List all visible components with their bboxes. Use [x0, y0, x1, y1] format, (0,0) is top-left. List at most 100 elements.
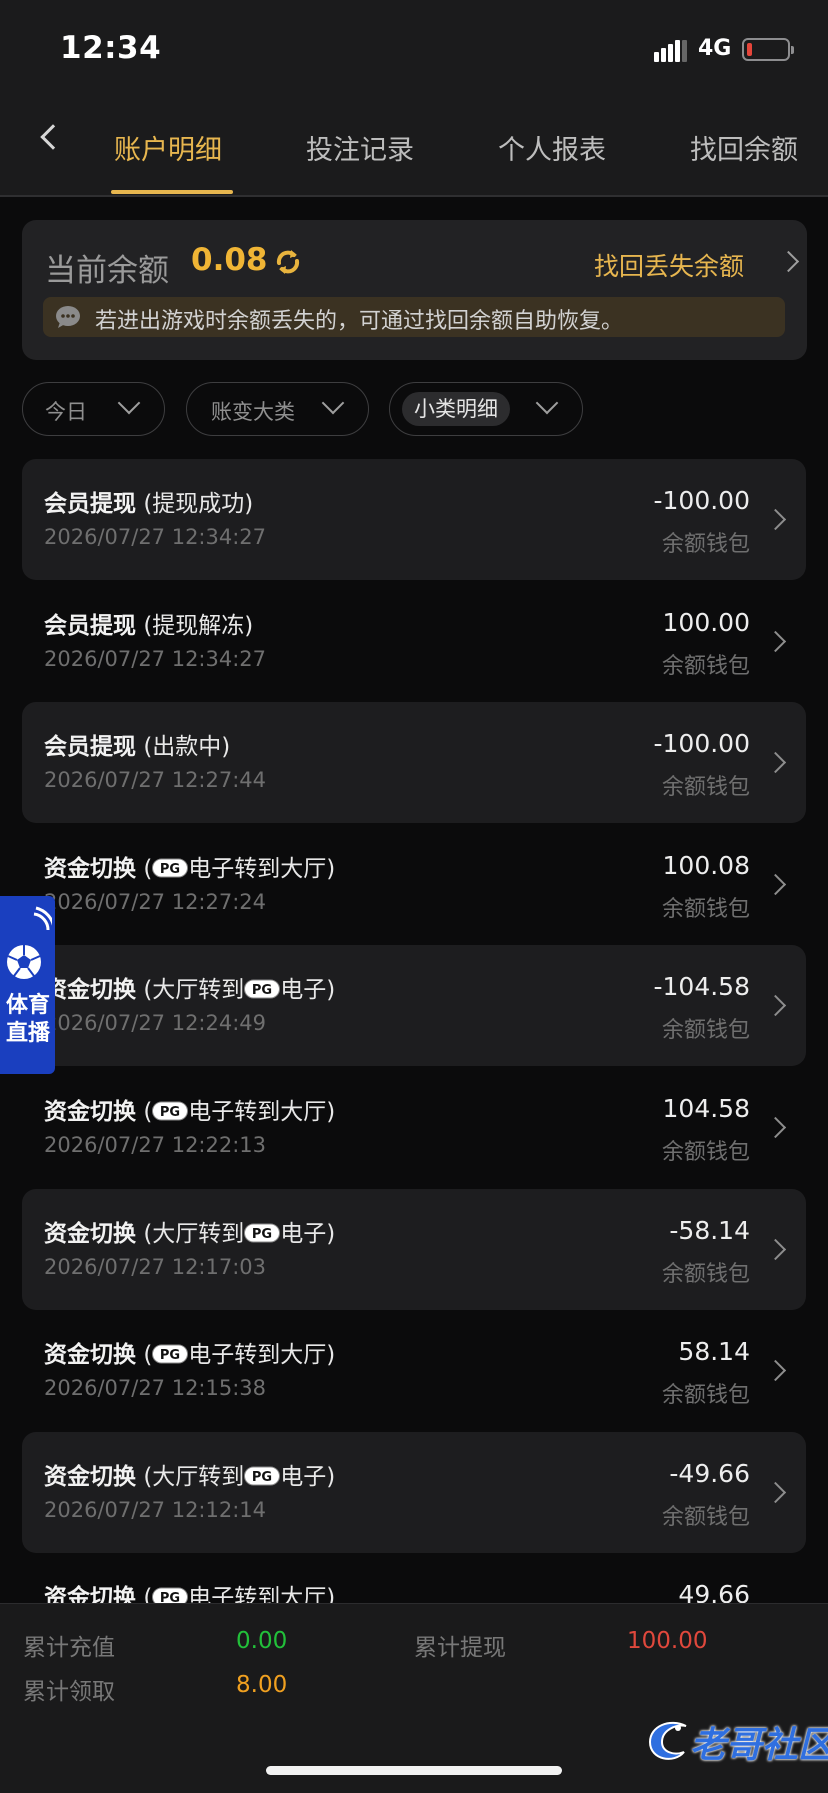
tab-bet-records[interactable]: 投注记录 — [306, 128, 414, 167]
transaction-title: 会员提现 (提现成功) — [44, 484, 253, 518]
sports-live-line2: 直播 — [5, 1021, 50, 1046]
transaction-type: 资金切换 — [44, 856, 136, 882]
chevron-right-icon[interactable] — [764, 1116, 787, 1139]
filter-date-label: 今日 — [45, 400, 87, 424]
balance-value: 0.08 — [191, 242, 268, 278]
transaction-title: 资金切换 (PG 电子转到大厅) — [44, 1335, 335, 1369]
transaction-type: 资金切换 — [44, 1221, 136, 1247]
transaction-row[interactable]: 会员提现 (提现成功) 2026/07/27 12:34:27 -100.00 余额钱… — [22, 459, 806, 580]
transaction-date: 2026/07/27 12:17:03 — [44, 1255, 267, 1279]
transaction-amount: -58.14 — [669, 1216, 750, 1245]
transaction-wallet: 余额钱包 — [661, 1505, 750, 1530]
transaction-date: 2026/07/27 12:24:49 — [44, 1011, 267, 1035]
notice-text: 若进出游戏时余额丢失的，可通过找回余额自助恢复。 — [95, 309, 624, 334]
chevron-right-icon[interactable] — [777, 250, 800, 273]
transaction-title: 资金切换 (PG 电子转到大厅) — [44, 849, 335, 883]
transaction-title: 资金切换 (大厅转到 PG 电子) — [44, 970, 335, 1004]
watermark-text: 老哥社区 — [690, 1725, 828, 1766]
transaction-row[interactable]: 资金切换 (PG 电子转到大厅) 2026/07/27 12:22:13 104.58… — [22, 1067, 806, 1188]
transaction-wallet: 余额钱包 — [661, 1262, 750, 1287]
transaction-date: 2026/07/27 12:27:24 — [44, 890, 267, 914]
filter-subcategory[interactable]: 小类明细 — [389, 382, 583, 436]
transaction-type: 资金切换 — [44, 1464, 136, 1490]
transaction-date: 2026/07/27 12:34:27 — [44, 525, 267, 549]
signal-icon — [654, 40, 688, 62]
transaction-row[interactable]: 会员提现 (出款中) 2026/07/27 12:27:44 -100.00 余额钱包 — [22, 702, 806, 823]
pg-logo-icon: PG — [152, 1344, 189, 1364]
chevron-right-icon[interactable] — [764, 751, 787, 774]
sports-live-line1: 体育 — [5, 993, 50, 1018]
transaction-type: 会员提现 — [44, 734, 136, 760]
transaction-detail-pre: ( — [143, 1099, 153, 1125]
total-claim-value: 8.00 — [236, 1672, 288, 1698]
soccer-ball-icon — [7, 906, 52, 979]
transaction-detail-post: 电子) — [280, 977, 336, 1003]
sports-live-widget[interactable]: 体育 直播 — [0, 896, 55, 1074]
chevron-right-icon[interactable] — [764, 873, 787, 896]
transaction-row[interactable]: 资金切换 (大厅转到 PG 电子) 2026/07/27 12:12:14 -49.66… — [22, 1432, 806, 1553]
pg-logo-icon: PG — [152, 1101, 189, 1121]
home-indicator[interactable] — [266, 1766, 562, 1775]
tab-bar: 账户明细 投注记录 个人报表 找回余额 — [0, 118, 828, 198]
transaction-detail-pre: ( — [143, 1342, 153, 1368]
filter-subcategory-pill: 小类明细 — [402, 392, 510, 426]
chevron-right-icon[interactable] — [764, 630, 787, 653]
transaction-wallet: 余额钱包 — [661, 1383, 750, 1408]
header-divider — [0, 195, 828, 197]
pg-logo-icon: PG — [152, 858, 189, 878]
transaction-detail-pre: (大厅转到 — [143, 977, 245, 1003]
transaction-date: 2026/07/27 12:15:38 — [44, 1376, 267, 1400]
transaction-row[interactable]: 资金切换 (大厅转到 PG 电子) 2026/07/27 12:17:03 -58.14… — [22, 1189, 806, 1310]
status-time: 12:34 — [60, 30, 162, 66]
pg-logo-icon: PG — [244, 1466, 281, 1486]
transaction-title: 资金切换 (大厅转到 PG 电子) — [44, 1214, 335, 1248]
transaction-type: 资金切换 — [44, 1342, 136, 1368]
transaction-wallet: 余额钱包 — [661, 1140, 750, 1165]
filter-subcategory-label: 小类明细 — [414, 397, 498, 421]
filter-date[interactable]: 今日 — [22, 382, 165, 436]
transaction-detail-pre: (提现解冻) — [143, 613, 254, 639]
transaction-detail-pre: ( — [143, 856, 153, 882]
watermark-logo: 老哥社区 — [640, 1712, 828, 1772]
svg-text:PG: PG — [252, 1470, 272, 1485]
recover-lost-balance-link[interactable]: 找回丢失余额 — [594, 247, 744, 283]
top-header: 12:34 4G 账户明细 投注记录 个人报表 找回余额 — [0, 0, 828, 197]
svg-text:PG: PG — [252, 983, 272, 998]
transaction-title: 资金切换 ( PG 电子转到大厅) — [44, 1092, 335, 1126]
total-claim-label: 累计领取 — [23, 1679, 115, 1705]
transaction-detail-post: 电子转到大厅) — [188, 1099, 336, 1125]
pg-logo-icon: PG — [244, 979, 281, 999]
active-tab-underline — [111, 190, 233, 194]
chevron-right-icon[interactable] — [764, 1359, 787, 1382]
total-withdraw-label: 累计提现 — [414, 1635, 506, 1661]
chevron-down-icon — [117, 391, 141, 415]
svg-text:PG: PG — [160, 1105, 180, 1120]
transaction-date: 2026/07/27 12:27:44 — [44, 768, 267, 792]
transaction-type: 资金切换 — [44, 977, 136, 1003]
transaction-detail-post: 电子) — [280, 1221, 336, 1247]
transaction-type: 资金切换 — [44, 1099, 136, 1125]
chevron-right-icon[interactable] — [764, 508, 787, 531]
tab-recover-balance[interactable]: 找回余额 — [690, 128, 798, 167]
transaction-detail-pre: (出款中) — [143, 734, 231, 760]
chevron-right-icon[interactable] — [764, 1481, 787, 1504]
svg-text:PG: PG — [160, 1348, 180, 1363]
filter-category-label: 账变大类 — [211, 400, 295, 424]
tab-personal-report[interactable]: 个人报表 — [498, 128, 606, 167]
transaction-row[interactable]: 资金切换 (PG 电子转到大厅) 2026/07/27 12:27:24 100.08… — [22, 824, 806, 945]
chevron-right-icon[interactable] — [764, 1238, 787, 1261]
transaction-row[interactable]: 会员提现 (提现解冻) 2026/07/27 12:34:27 100.00 余额钱包 — [22, 581, 806, 702]
balance-label: 当前余额 — [45, 253, 169, 289]
transaction-amount: -100.00 — [653, 486, 751, 515]
transaction-detail-post: 电子转到大厅) — [188, 856, 336, 882]
filter-category[interactable]: 账变大类 — [186, 382, 369, 436]
transaction-title: 会员提现 (出款中) — [44, 727, 230, 761]
transaction-wallet: 余额钱包 — [661, 532, 750, 557]
transaction-date: 2026/07/27 12:12:14 — [44, 1498, 267, 1522]
chevron-right-icon[interactable] — [764, 994, 787, 1017]
transaction-row[interactable]: 资金切换 (大厅转到 PG 电子) 2026/07/27 12:24:49 -104.5… — [22, 945, 806, 1066]
refresh-icon[interactable] — [273, 247, 303, 277]
transaction-type: 会员提现 — [44, 613, 136, 639]
tab-account-details[interactable]: 账户明细 — [114, 128, 222, 167]
transaction-row[interactable]: 资金切换 (PG 电子转到大厅) 2026/07/27 12:15:38 58.14 余… — [22, 1310, 806, 1431]
